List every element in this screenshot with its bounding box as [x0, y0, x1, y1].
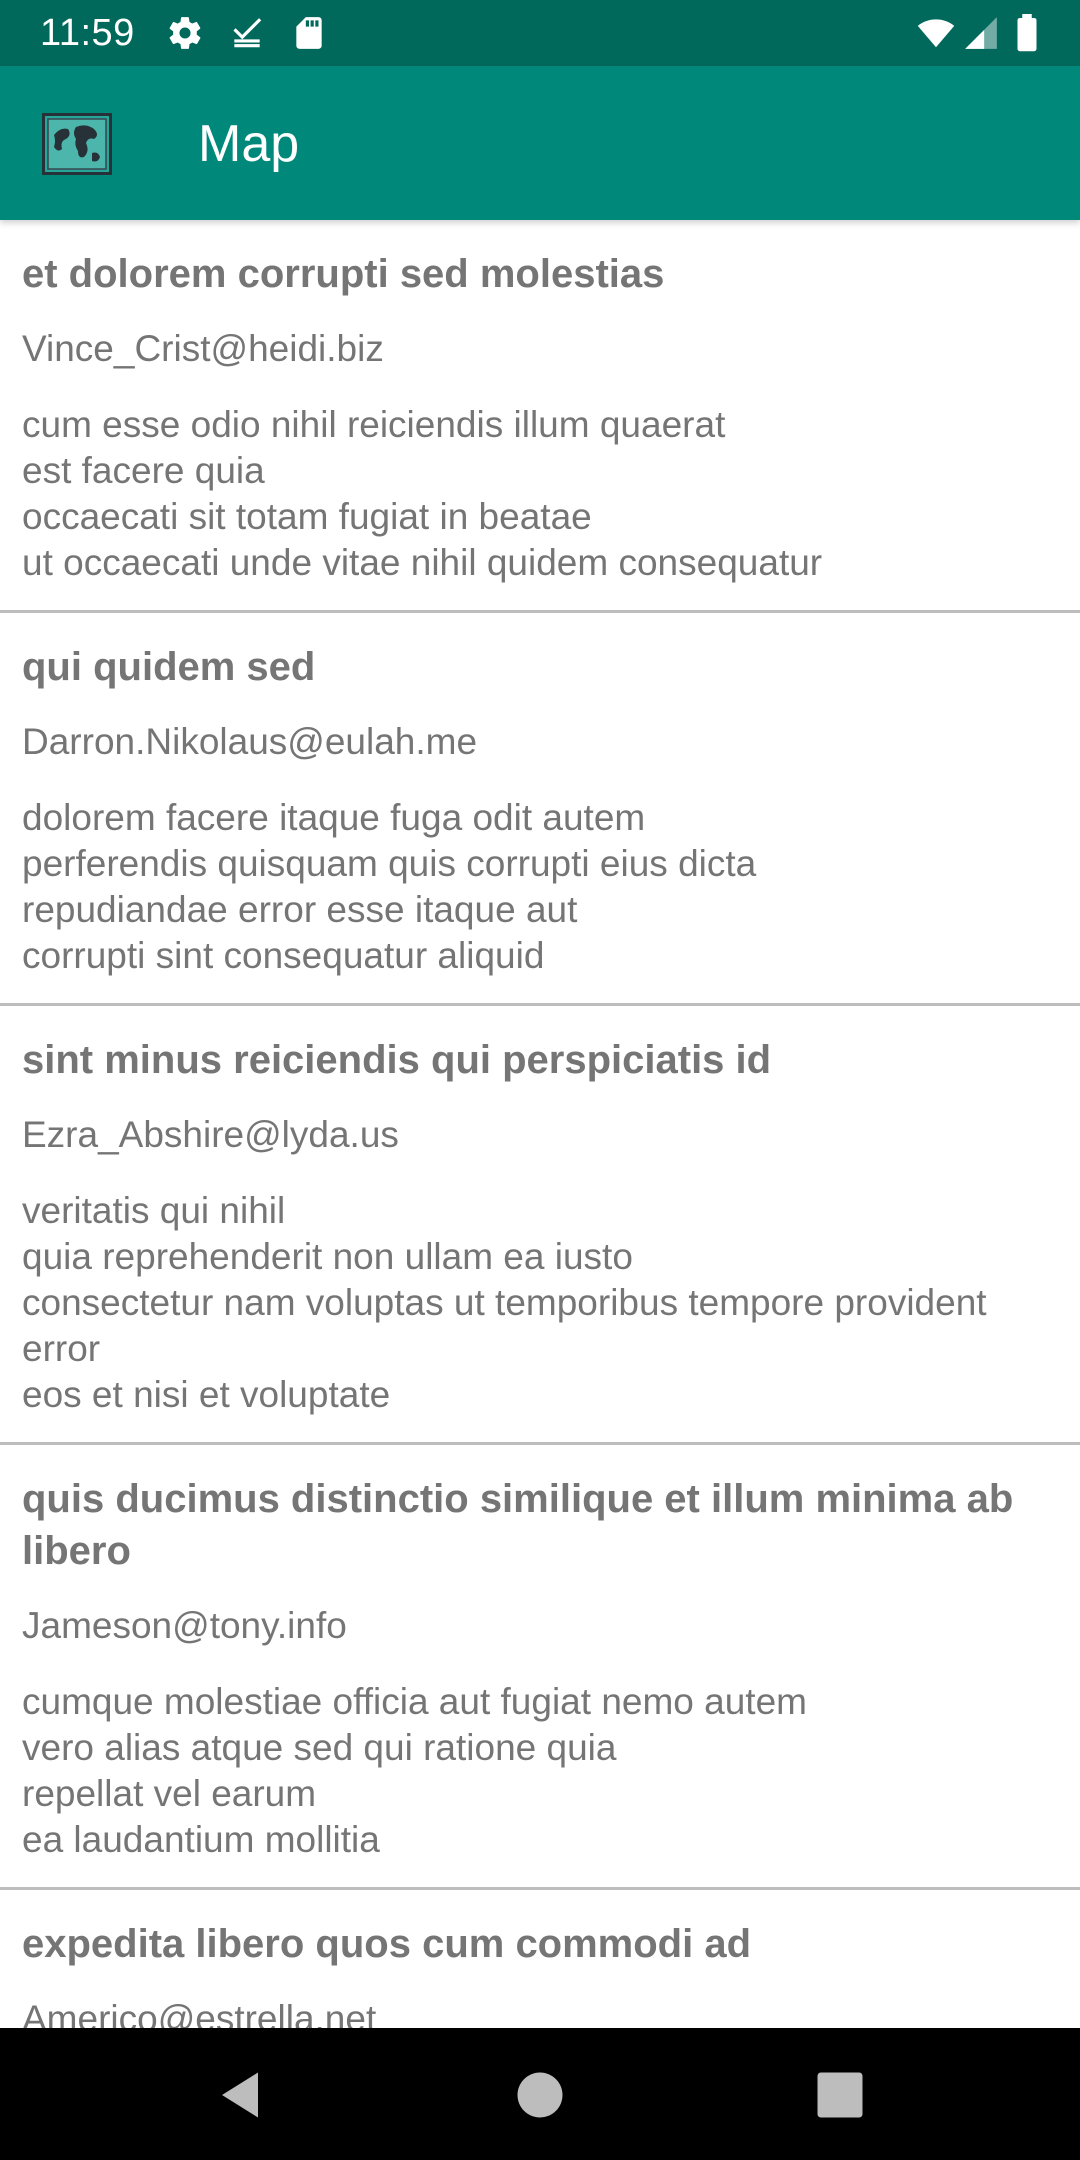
status-bar: 11:59: [0, 0, 1080, 66]
post-email: Ezra_Abshire@lyda.us: [22, 1114, 399, 1155]
post-title: qui quidem sed: [22, 645, 316, 689]
list-item[interactable]: expedita libero quos cum commodi ad Amer…: [0, 1890, 1080, 2028]
back-icon[interactable]: [213, 2068, 267, 2122]
post-title: sint minus reiciendis qui perspiciatis i…: [22, 1038, 772, 1082]
cell-signal-icon: [962, 14, 1000, 52]
post-email: Jameson@tony.info: [22, 1605, 347, 1646]
navigation-bar: [0, 2028, 1080, 2160]
list-item[interactable]: sint minus reiciendis qui perspiciatis i…: [0, 1006, 1080, 1445]
home-icon[interactable]: [513, 2068, 567, 2122]
post-title: expedita libero quos cum commodi ad: [22, 1922, 752, 1966]
recents-icon[interactable]: [813, 2068, 867, 2122]
wifi-icon: [914, 14, 958, 52]
post-email: Americo@estrella.net: [22, 1998, 377, 2028]
world-map-icon[interactable]: [42, 113, 112, 175]
status-time: 11:59: [40, 12, 135, 54]
list-item[interactable]: quis ducimus distinctio similique et ill…: [0, 1445, 1080, 1890]
screen: 11:59 Map et dolorem corrupti sed molest…: [0, 0, 1080, 2160]
post-body: cumque molestiae officia aut fugiat nemo…: [22, 1681, 807, 1860]
sd-card-icon: [290, 14, 328, 52]
post-list[interactable]: et dolorem corrupti sed molestias Vince_…: [0, 220, 1080, 2028]
post-body: cum esse odio nihil reiciendis illum qua…: [22, 404, 823, 583]
post-title: et dolorem corrupti sed molestias: [22, 252, 665, 296]
post-email: Vince_Crist@heidi.biz: [22, 328, 384, 369]
post-title: quis ducimus distinctio similique et ill…: [22, 1477, 1014, 1573]
battery-icon: [1010, 14, 1044, 52]
post-body: veritatis qui nihil quia reprehenderit n…: [22, 1190, 987, 1415]
app-bar: Map: [0, 66, 1080, 220]
post-email: Darron.Nikolaus@eulah.me: [22, 721, 478, 762]
app-title: Map: [198, 115, 300, 173]
settings-icon: [166, 14, 204, 52]
post-body: dolorem facere itaque fuga odit autem pe…: [22, 797, 757, 976]
list-item[interactable]: qui quidem sed Darron.Nikolaus@eulah.me …: [0, 613, 1080, 1006]
list-item[interactable]: et dolorem corrupti sed molestias Vince_…: [0, 220, 1080, 613]
download-done-icon: [228, 14, 266, 52]
